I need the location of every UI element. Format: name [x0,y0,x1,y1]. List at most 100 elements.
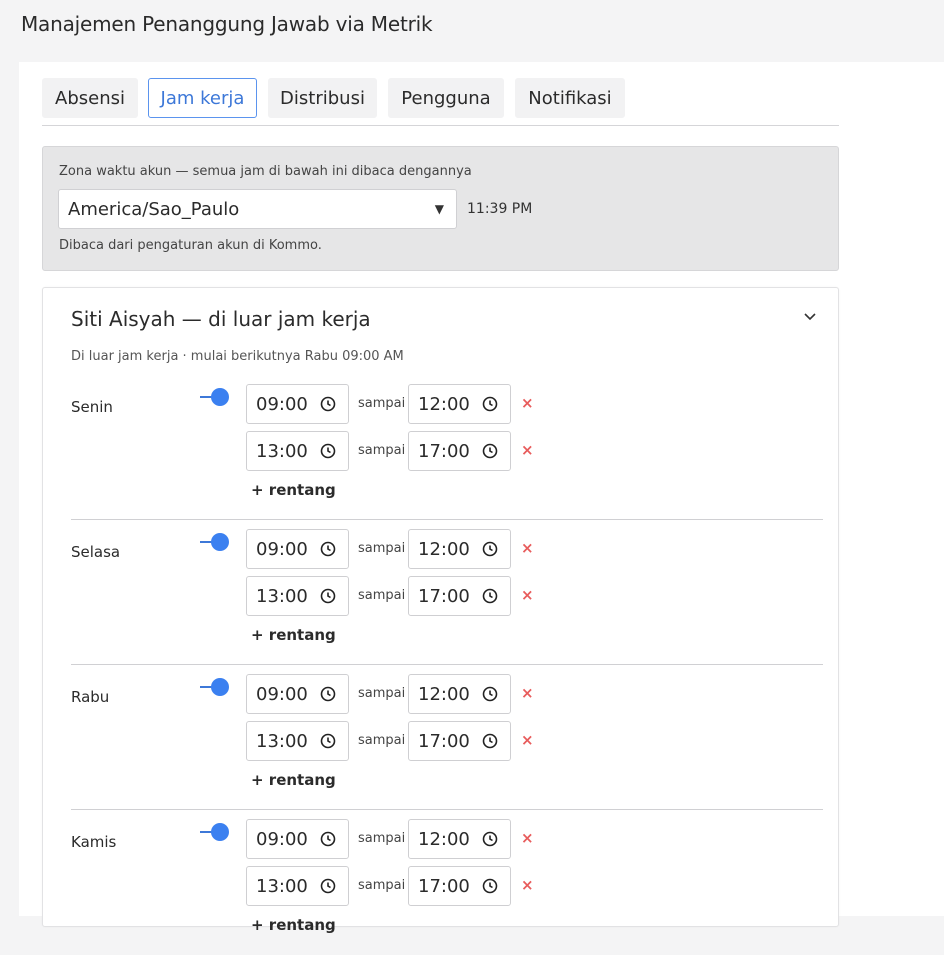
time-to-value: 17:00 [418,585,470,607]
range-separator: sampai [358,878,406,893]
page-title: Manajemen Penanggung Jawab via Metrik [21,12,433,36]
clock-icon [482,686,498,702]
day-label: Rabu [71,688,110,706]
schedule-card: Siti Aisyah — di luar jam kerja Di luar … [42,287,839,934]
remove-range-button[interactable]: × [521,586,534,604]
clock-icon [482,541,498,557]
day-toggle[interactable] [200,676,232,696]
day-toggle[interactable] [200,386,232,406]
day-row-selasa: Selasa 09:00 sampai 12:00 × 13:00 sampai… [71,529,823,665]
range-separator: sampai [358,443,406,458]
time-from-value: 09:00 [256,683,308,705]
clock-icon [482,878,498,894]
time-from-value: 13:00 [256,440,308,462]
schedule-subtitle: Di luar jam kerja · mulai berikutnya Rab… [71,349,404,364]
range-separator: sampai [358,831,406,846]
day-label: Senin [71,398,113,416]
time-to-input[interactable]: 12:00 [408,819,511,859]
timezone-select[interactable]: America/Sao_Paulo ▼ [58,189,457,229]
time-to-value: 12:00 [418,828,470,850]
schedule-title: Siti Aisyah — di luar jam kerja [71,307,371,331]
toggle-knob [211,388,229,406]
day-label: Selasa [71,543,121,561]
tab-notifikasi[interactable]: Notifikasi [515,78,625,118]
clock-icon [320,831,336,847]
clock-icon [482,733,498,749]
timezone-note: Dibaca dari pengaturan akun di Kommo. [59,238,322,253]
clock-icon [482,443,498,459]
time-to-input[interactable]: 12:00 [408,384,511,424]
clock-icon [320,686,336,702]
toggle-knob [211,678,229,696]
time-from-value: 13:00 [256,875,308,897]
range-separator: sampai [358,733,406,748]
clock-icon [482,831,498,847]
timezone-current-time: 11:39 PM [467,201,533,217]
remove-range-button[interactable]: × [521,394,534,412]
time-from-value: 09:00 [256,393,308,415]
time-from-input[interactable]: 09:00 [246,384,349,424]
tab-bar: Absensi Jam kerja Distribusi Pengguna No… [42,78,839,126]
day-row-rabu: Rabu 09:00 sampai 12:00 × 13:00 sampai 1… [71,674,823,810]
remove-range-button[interactable]: × [521,731,534,749]
timezone-caption: Zona waktu akun — semua jam di bawah ini… [59,164,472,179]
day-label: Kamis [71,833,117,851]
time-from-input[interactable]: 09:00 [246,674,349,714]
tab-distribusi[interactable]: Distribusi [268,78,377,118]
clock-icon [320,733,336,749]
day-row-kamis: Kamis 09:00 sampai 12:00 × 13:00 sampai … [71,819,823,955]
remove-range-button[interactable]: × [521,539,534,557]
clock-icon [320,443,336,459]
remove-range-button[interactable]: × [521,684,534,702]
main-panel: Absensi Jam kerja Distribusi Pengguna No… [19,62,944,934]
time-from-input[interactable]: 13:00 [246,866,349,906]
remove-range-button[interactable]: × [521,876,534,894]
time-to-input[interactable]: 12:00 [408,529,511,569]
time-from-value: 09:00 [256,538,308,560]
chevron-down-icon[interactable] [803,310,817,324]
range-separator: sampai [358,588,406,603]
clock-icon [320,878,336,894]
time-to-value: 12:00 [418,683,470,705]
clock-icon [320,396,336,412]
day-toggle[interactable] [200,531,232,551]
timezone-selected-value: America/Sao_Paulo [68,198,240,220]
toggle-knob [211,823,229,841]
dropdown-arrow-icon: ▼ [434,202,444,216]
tab-absensi[interactable]: Absensi [42,78,138,118]
day-toggle[interactable] [200,821,232,841]
clock-icon [482,396,498,412]
clock-icon [320,541,336,557]
time-to-input[interactable]: 17:00 [408,576,511,616]
toggle-knob [211,533,229,551]
tab-jam-kerja[interactable]: Jam kerja [148,78,257,118]
clock-icon [320,588,336,604]
time-from-input[interactable]: 09:00 [246,819,349,859]
range-separator: sampai [358,541,406,556]
time-to-value: 17:00 [418,875,470,897]
timezone-box: Zona waktu akun — semua jam di bawah ini… [42,146,839,271]
time-to-value: 12:00 [418,393,470,415]
add-range-button[interactable]: + rentang [251,916,336,934]
range-separator: sampai [358,686,406,701]
add-range-button[interactable]: + rentang [251,481,336,499]
time-to-input[interactable]: 17:00 [408,431,511,471]
time-from-input[interactable]: 09:00 [246,529,349,569]
tab-pengguna[interactable]: Pengguna [388,78,504,118]
clock-icon [482,588,498,604]
remove-range-button[interactable]: × [521,829,534,847]
time-to-input[interactable]: 17:00 [408,866,511,906]
time-to-input[interactable]: 17:00 [408,721,511,761]
time-from-value: 13:00 [256,730,308,752]
time-to-input[interactable]: 12:00 [408,674,511,714]
time-from-value: 13:00 [256,585,308,607]
remove-range-button[interactable]: × [521,441,534,459]
time-from-input[interactable]: 13:00 [246,721,349,761]
time-from-input[interactable]: 13:00 [246,576,349,616]
add-range-button[interactable]: + rentang [251,771,336,789]
add-range-button[interactable]: + rentang [251,626,336,644]
time-to-value: 17:00 [418,440,470,462]
time-from-input[interactable]: 13:00 [246,431,349,471]
day-row-senin: Senin 09:00 sampai 12:00 × 13:00 sampai … [71,384,823,520]
time-to-value: 17:00 [418,730,470,752]
